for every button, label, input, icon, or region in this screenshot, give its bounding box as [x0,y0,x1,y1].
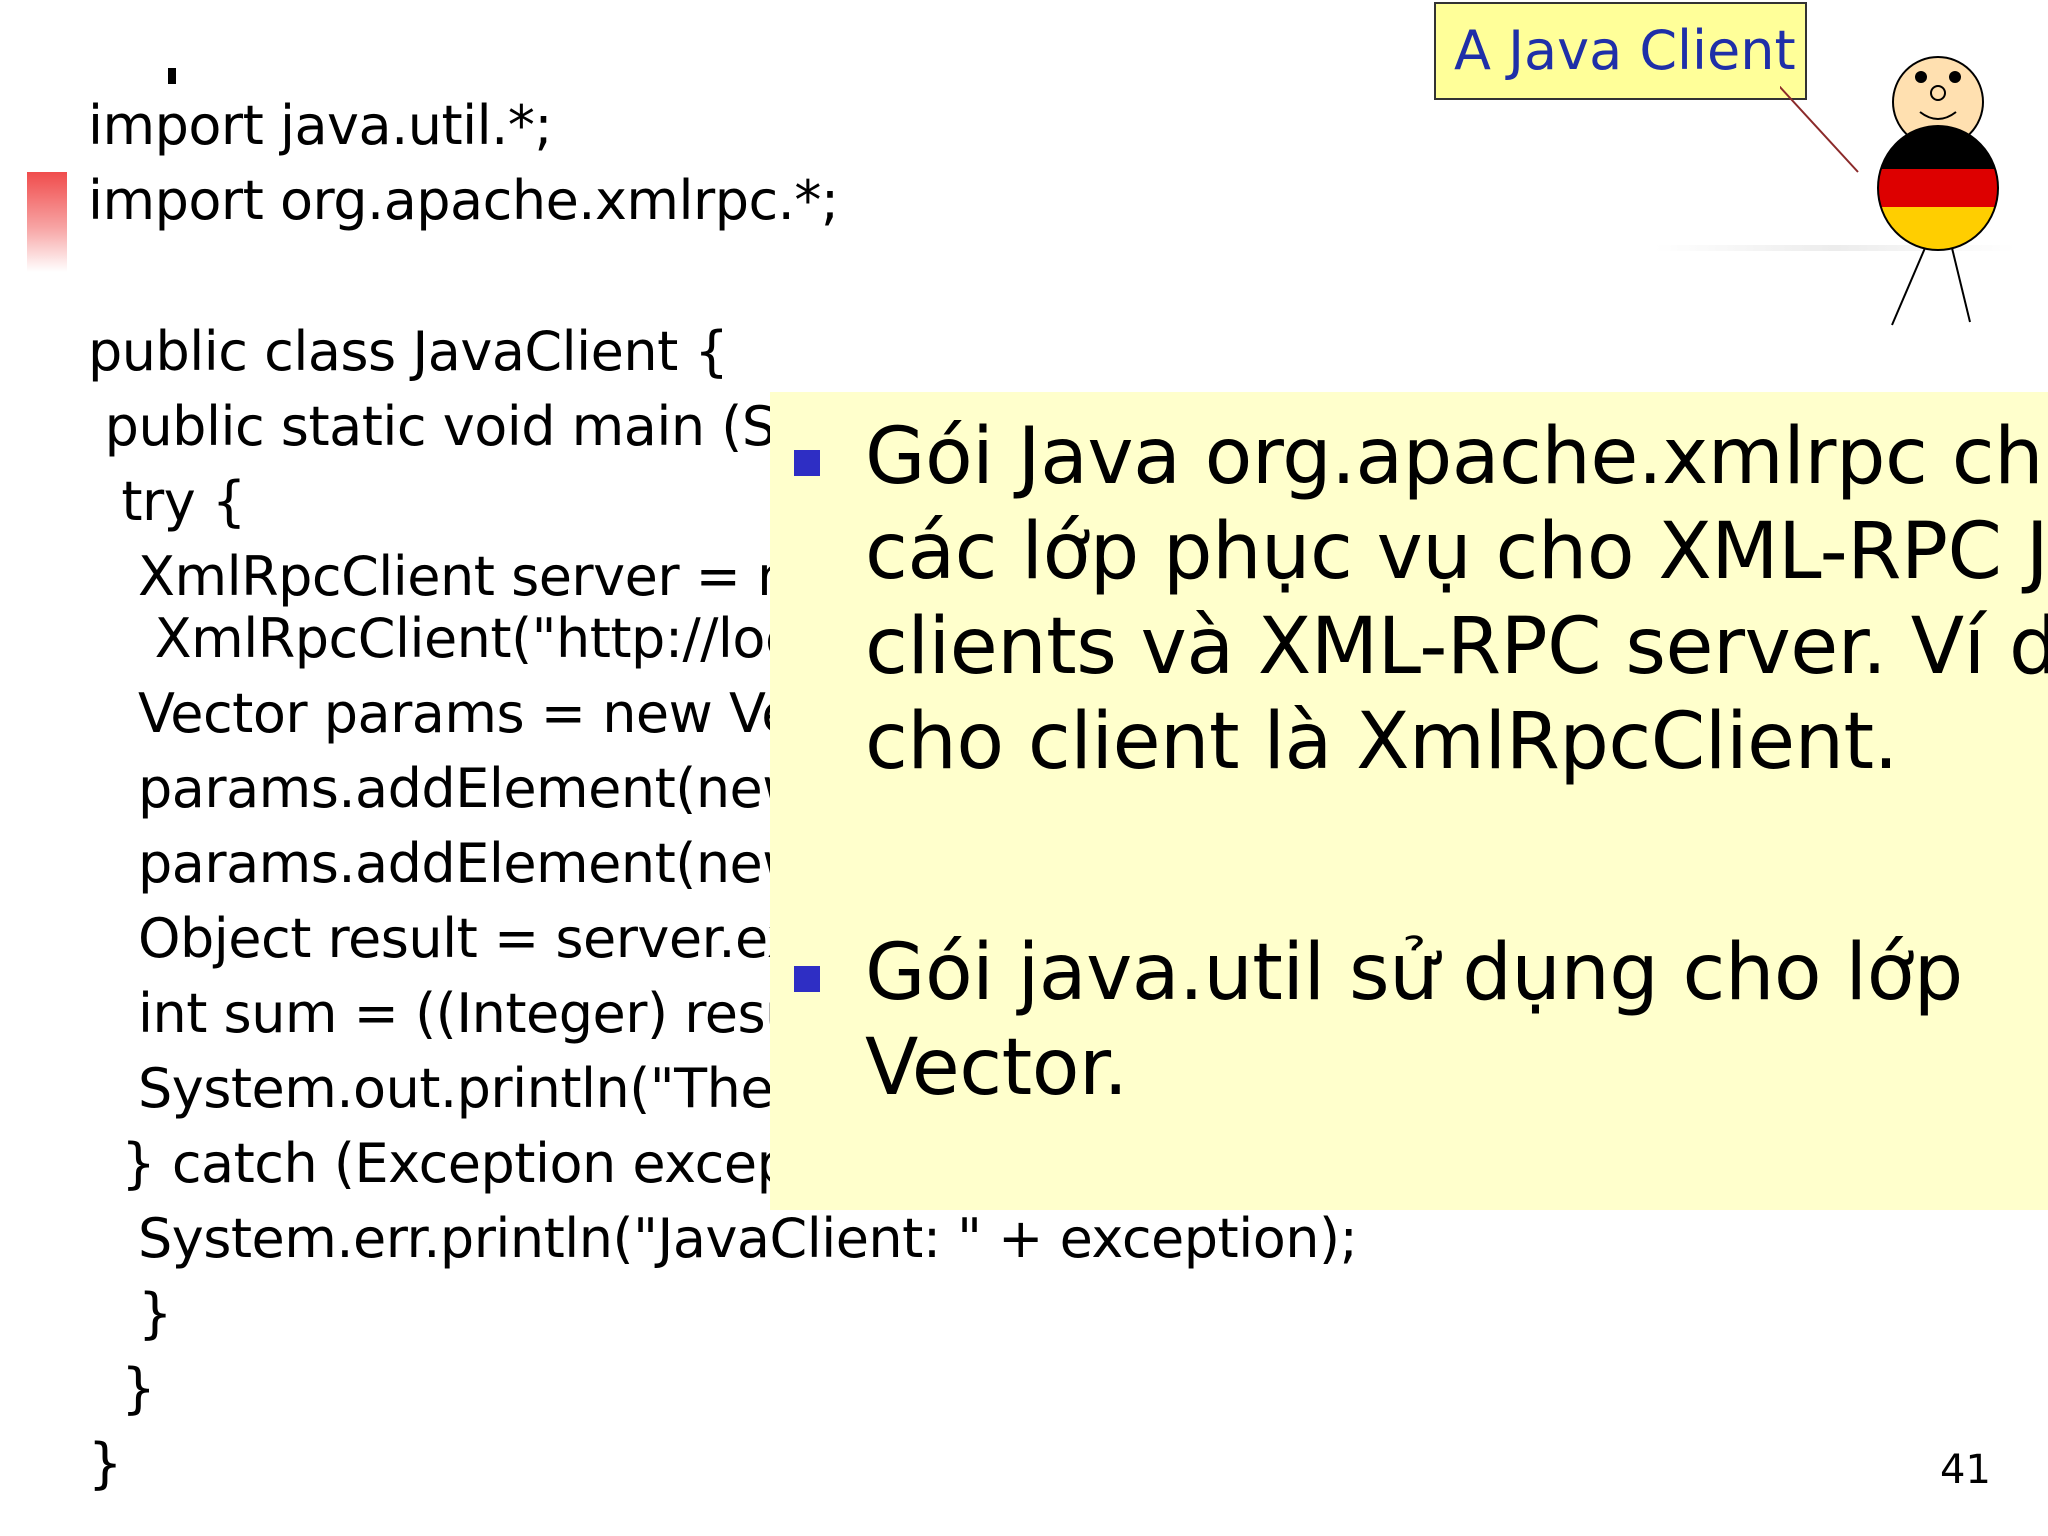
code-line: } [88,1357,156,1420]
pointer-line [1780,85,1859,173]
code-line: System.out.println("The s [88,1057,818,1120]
figure-left-leg [1891,247,1926,326]
code-line: Object result = server.ex [88,907,799,970]
code-line: } [88,1282,172,1345]
bullet-square-icon [794,450,820,476]
figure-right-leg [1951,247,1971,323]
bullet-square-icon [794,966,820,992]
flag-stripe-black [1878,126,1998,169]
code-line: System.err.println("JavaClient: " + exce… [88,1207,1358,1270]
flag-body [1878,126,1998,250]
figure-left-eye [1915,71,1927,83]
bullet-line: các lớp phục vụ cho XML-RPC Jav [865,507,2048,597]
bullet-line: cho client là XmlRpcClient. [865,697,1898,787]
code-line: import java.util.*; [88,94,553,157]
code-line: try { [88,470,246,533]
java-client-callout: A Java Client [1434,2,1807,100]
code-line: params.addElement(new [88,757,806,820]
stick-figure-icon [1780,56,1999,326]
bullet-line: Vector. [865,1023,1128,1113]
slide: import java.util.*; import org.apache.xm… [0,0,2048,1536]
code-line: } [88,1432,122,1495]
bullet-line: clients và XML-RPC server. Ví dụ, [865,602,2048,692]
code-line: int sum = ((Integer) resu [88,982,799,1045]
code-line: params.addElement(new [88,832,806,895]
bullet-line: Gói Java org.apache.xmlrpc chứa [865,412,2048,502]
figure-right-eye [1949,71,1961,83]
stray-mark [168,68,176,84]
code-line: XmlRpcClient server = ne [88,545,824,608]
code-line: XmlRpcClient("http://loc [88,607,795,670]
flag-stripe-red [1878,169,1998,207]
code-line: Vector params = new Ve [88,682,794,745]
bullet-line: Gói java.util sử dụng cho lớp [865,928,1963,1018]
code-line: import org.apache.xmlrpc.*; [88,169,839,232]
callout-label: A Java Client [1454,19,1796,82]
code-line: public static void main (Str [88,395,819,458]
red-accent-bar [27,172,67,272]
page-number: 41 [1940,1447,1991,1493]
code-line: } catch (Exception except [88,1132,812,1195]
code-line: public class JavaClient { [88,320,729,383]
